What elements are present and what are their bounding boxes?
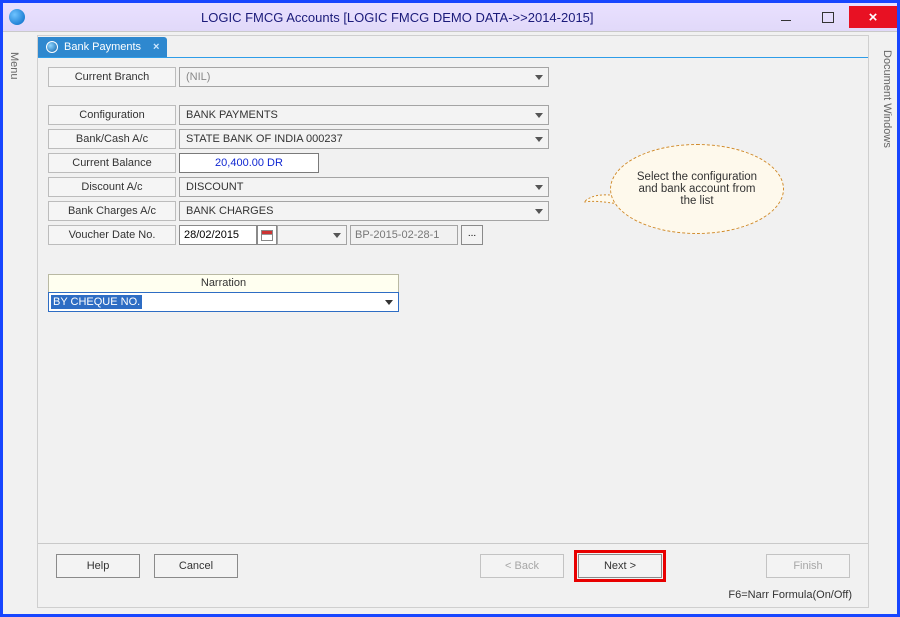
column-header-narration: Narration xyxy=(48,274,399,293)
value-current-branch: (NIL) xyxy=(180,68,210,86)
value-narration: BY CHEQUE NO. xyxy=(51,295,142,309)
document-icon xyxy=(46,41,58,53)
hint-callout: Select the configuration and bank accoun… xyxy=(610,144,784,234)
label-current-balance: Current Balance xyxy=(48,153,176,173)
document-tab-strip: Bank Payments × xyxy=(38,36,868,58)
cancel-button[interactable]: Cancel xyxy=(154,554,238,578)
calendar-icon xyxy=(261,230,273,241)
select-bank-cash-ac[interactable]: STATE BANK OF INDIA 000237 xyxy=(179,129,549,149)
select-discount-ac[interactable]: DISCOUNT xyxy=(179,177,549,197)
value-current-balance: 20,400.00 DR xyxy=(179,153,319,173)
tab-bank-payments[interactable]: Bank Payments × xyxy=(38,37,167,57)
voucher-lookup-button[interactable]: ... xyxy=(461,225,483,245)
label-discount-ac: Discount A/c xyxy=(48,177,176,197)
next-button[interactable]: Next > xyxy=(578,554,662,578)
select-current-branch[interactable]: (NIL) xyxy=(179,67,549,87)
label-bank-cash-ac: Bank/Cash A/c xyxy=(48,129,176,149)
select-voucher-prefix[interactable] xyxy=(277,225,347,245)
app-icon xyxy=(9,9,25,25)
value-bank-cash-ac: STATE BANK OF INDIA 000237 xyxy=(180,130,343,148)
input-voucher-date[interactable]: 28/02/2015 xyxy=(179,225,257,245)
window-close-button[interactable]: × xyxy=(849,6,897,28)
sidebar-tab-documents[interactable]: Document Windows xyxy=(881,46,893,152)
hint-text: Select the configuration and bank accoun… xyxy=(629,171,765,207)
label-current-branch: Current Branch xyxy=(48,67,176,87)
status-hint: F6=Narr Formula(On/Off) xyxy=(728,589,852,601)
select-narration[interactable]: BY CHEQUE NO. xyxy=(48,292,399,312)
back-button[interactable]: < Back xyxy=(480,554,564,578)
value-configuration: BANK PAYMENTS xyxy=(180,106,278,124)
label-voucher-date-no: Voucher Date No. xyxy=(48,225,176,245)
label-configuration: Configuration xyxy=(48,105,176,125)
input-voucher-no[interactable]: BP-2015-02-28-1 xyxy=(350,225,458,245)
help-button[interactable]: Help xyxy=(56,554,140,578)
tab-label: Bank Payments xyxy=(64,41,141,53)
window-title: LOGIC FMCG Accounts [LOGIC FMCG DEMO DAT… xyxy=(201,10,594,25)
sidebar-tab-menu[interactable]: Menu xyxy=(8,48,20,84)
select-bank-charges-ac[interactable]: BANK CHARGES xyxy=(179,201,549,221)
tab-close-icon[interactable]: × xyxy=(147,41,159,53)
window-titlebar: LOGIC FMCG Accounts [LOGIC FMCG DEMO DAT… xyxy=(3,3,897,31)
label-bank-charges-ac: Bank Charges A/c xyxy=(48,201,176,221)
window-minimize-button[interactable] xyxy=(765,6,807,28)
value-discount-ac: DISCOUNT xyxy=(180,178,243,196)
select-configuration[interactable]: BANK PAYMENTS xyxy=(179,105,549,125)
window-maximize-button[interactable] xyxy=(807,6,849,28)
finish-button[interactable]: Finish xyxy=(766,554,850,578)
calendar-button[interactable] xyxy=(257,225,277,245)
value-bank-charges-ac: BANK CHARGES xyxy=(180,202,273,220)
